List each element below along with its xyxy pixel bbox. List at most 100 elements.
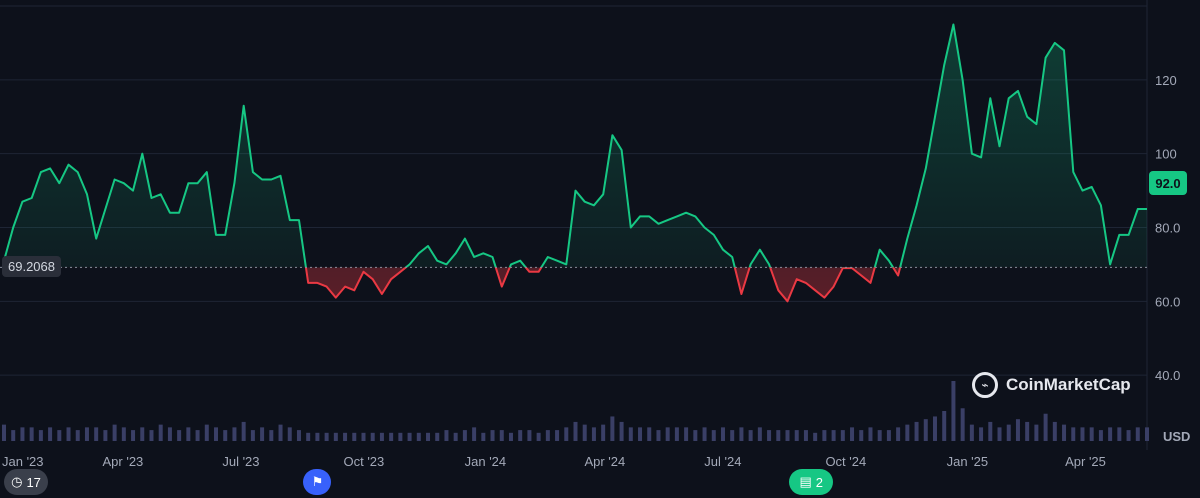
volume-bar	[886, 430, 891, 441]
volume-bar	[1126, 430, 1131, 441]
volume-bar	[859, 430, 864, 441]
volume-bar	[831, 430, 836, 441]
volume-bar	[407, 432, 412, 441]
volume-bar	[896, 427, 901, 441]
volume-bar	[997, 427, 1002, 441]
volume-bar	[75, 430, 80, 441]
volume-bar	[619, 421, 624, 441]
volume-bar	[739, 427, 744, 441]
volume-bar	[472, 427, 477, 441]
y-tick-label: 80.0	[1155, 221, 1180, 236]
volume-bar	[278, 424, 283, 441]
x-tick-label: Apr '25	[1065, 454, 1106, 469]
volume-bar	[767, 430, 772, 441]
volume-bar	[527, 430, 532, 441]
volume-bar	[988, 421, 993, 441]
volume-bar	[665, 427, 670, 441]
price-chart[interactable]: 40.0 60.0 80.0 100 120 Jan '23 Apr '23 Jul '23…	[0, 0, 1200, 498]
history-icon: ◷	[11, 474, 23, 489]
volume-bar	[2, 424, 6, 441]
volume-bar	[481, 432, 486, 441]
volume-bar	[333, 432, 338, 441]
x-tick-label: Jul '24	[704, 454, 741, 469]
y-tick-label: 60.0	[1155, 294, 1180, 309]
y-tick-label: 120	[1155, 73, 1177, 88]
volume-bar	[1117, 427, 1122, 441]
volume-bar	[29, 427, 34, 441]
volume-bar	[499, 430, 504, 441]
volume-bar	[361, 432, 366, 441]
volume-bar	[177, 430, 182, 441]
brand-name: CoinMarketCap	[1006, 375, 1131, 394]
volume-bar	[214, 427, 219, 441]
volume-bar	[426, 432, 431, 441]
volume-bar	[914, 421, 919, 441]
volume-bar	[398, 432, 403, 441]
volume-bar	[1052, 421, 1057, 441]
volume-bar	[822, 430, 827, 441]
volume-bar	[462, 430, 467, 441]
volume-bar	[453, 432, 458, 441]
volume-bar	[315, 432, 320, 441]
volume-bar	[656, 430, 661, 441]
volume-bar	[352, 432, 357, 441]
volume-bar	[186, 427, 191, 441]
volume-bar	[167, 427, 172, 441]
volume-bar	[269, 430, 274, 441]
volume-bar	[674, 427, 679, 441]
price-areas	[4, 24, 1147, 302]
volume-bar	[241, 421, 246, 441]
y-axis: 40.0 60.0 80.0 100 120	[1155, 73, 1180, 383]
volume-bar	[1108, 427, 1113, 441]
volume-bar	[877, 430, 882, 441]
volume-bar	[545, 430, 550, 441]
volume-bar	[555, 430, 560, 441]
volume-bar	[389, 432, 394, 441]
volume-bar	[785, 430, 790, 441]
volume-bar	[343, 432, 348, 441]
event-badge[interactable]: ◷ 17	[4, 469, 48, 495]
volume-bar	[693, 430, 698, 441]
volume-bar	[730, 430, 735, 441]
x-tick-label: Jan '25	[947, 454, 989, 469]
volume-bar	[131, 430, 136, 441]
volume-bar	[1071, 427, 1076, 441]
volume-bar	[840, 430, 845, 441]
volume-bar	[850, 427, 855, 441]
volume-bar	[923, 419, 928, 441]
volume-bar	[370, 432, 375, 441]
volume-bar	[416, 432, 421, 441]
volume-bar	[932, 416, 937, 441]
volume-bar	[1006, 424, 1011, 441]
volume-bar	[324, 432, 329, 441]
volume-bar	[905, 424, 910, 441]
volume-bar	[748, 430, 753, 441]
x-tick-label: Apr '23	[103, 454, 144, 469]
event-badge[interactable]: ⚑	[303, 469, 332, 495]
volume-bar	[776, 430, 781, 441]
x-tick-label: Apr '24	[584, 454, 625, 469]
volume-bar	[868, 427, 873, 441]
volume-bar	[647, 427, 652, 441]
volume-bar	[38, 430, 43, 441]
y-tick-label: 40.0	[1155, 368, 1180, 383]
volume-bar	[979, 427, 984, 441]
event-count: 2	[815, 474, 823, 490]
volume-bar	[232, 427, 237, 441]
volume-bar	[628, 427, 633, 441]
volume-bar	[942, 411, 947, 441]
volume-bar	[610, 416, 615, 441]
volume-bar	[260, 427, 265, 441]
x-tick-label: Oct '24	[825, 454, 866, 469]
volume-bar	[591, 427, 596, 441]
volume-bar	[379, 432, 384, 441]
volume-bar	[195, 430, 200, 441]
x-tick-label: Jan '23	[2, 454, 44, 469]
volume-bar	[140, 427, 145, 441]
volume-bar	[720, 427, 725, 441]
volume-bar	[20, 427, 25, 441]
volume-bar	[638, 427, 643, 441]
volume-bar	[702, 427, 707, 441]
event-badge[interactable]: ▤ 2	[789, 469, 834, 495]
volume-bar	[1034, 424, 1039, 441]
